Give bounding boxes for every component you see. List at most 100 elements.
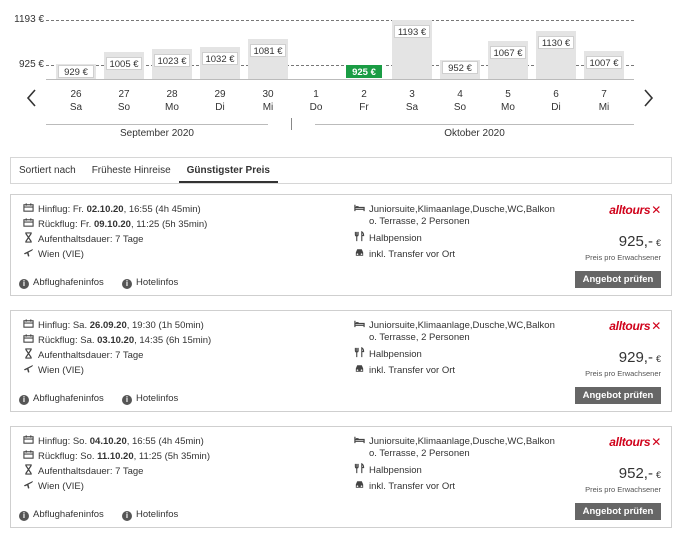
transfer-info: inkl. Transfer vor Ort [352, 247, 455, 261]
stay-duration: Aufenthaltsdauer: 7 Tage [21, 348, 143, 362]
room-description: Juniorsuite,Klimaanlage,Dusche,WC,Balkon [352, 202, 555, 216]
day-number: 3 [409, 89, 415, 100]
price-bar-label[interactable]: 1005 € [106, 57, 142, 70]
board-type: Halbpension [352, 231, 422, 245]
day-number: 2 [361, 89, 367, 100]
day-column-label[interactable]: 7 Mi [584, 88, 624, 114]
day-number: 6 [553, 89, 559, 100]
logo-x-icon: ✕ [651, 319, 661, 333]
weekday: Do [309, 102, 323, 113]
ref-high-label: 1193 € [14, 14, 44, 25]
price-bar-label[interactable]: 1130 € [538, 36, 574, 49]
price-note: Preis pro Erwachsener [585, 485, 661, 494]
info-icon: i [19, 279, 29, 289]
day-number: 4 [457, 89, 463, 100]
price-bar-label[interactable]: 929 € [58, 65, 94, 78]
weekday: Mo [501, 102, 515, 113]
check-offer-button[interactable]: Angebot prüfen [575, 387, 661, 404]
day-column-label[interactable]: 6 Di [536, 88, 576, 114]
logo-x-icon: ✕ [651, 435, 661, 449]
departure-airport: Wien (VIE) [21, 479, 84, 493]
day-column-label[interactable]: 26 Sa [56, 88, 96, 114]
sort-tab-earliest-departure[interactable]: Früheste Hinreise [84, 158, 179, 183]
stay-duration: Aufenthaltsdauer: 7 Tage [21, 232, 143, 246]
hotel-info-link[interactable]: i Hotelinfos [122, 392, 178, 406]
room-description: Juniorsuite,Klimaanlage,Dusche,WC,Balkon [352, 318, 555, 332]
airport-info-link[interactable]: i Abflughafeninfos [19, 276, 104, 290]
room-description-line2: o. Terrasse, 2 Personen [369, 448, 470, 459]
offer-card: Hinflug: Fr. 02.10.20, 16:55 (4h 45min) … [10, 194, 672, 296]
next-dates-arrow-icon[interactable] [638, 86, 658, 110]
day-number: 7 [601, 89, 607, 100]
day-column-label[interactable]: 27 So [104, 88, 144, 114]
prev-dates-arrow-icon[interactable] [22, 86, 42, 110]
price-bar-label[interactable]: 1193 € [394, 25, 430, 38]
price-bar-label[interactable]: 1007 € [586, 56, 622, 69]
weekday: So [117, 102, 131, 113]
day-column-label[interactable]: 1 Do [296, 88, 336, 114]
room-description: Juniorsuite,Klimaanlage,Dusche,WC,Balkon [352, 434, 555, 448]
weekday: Di [215, 102, 225, 113]
bed-icon [352, 318, 366, 333]
sort-tab-cheapest-price[interactable]: Günstigster Preis [178, 158, 278, 183]
calendar-icon [21, 333, 35, 348]
room-description-line2: o. Terrasse, 2 Personen [369, 332, 470, 343]
day-number: 30 [262, 89, 274, 100]
airplane-icon [21, 479, 35, 494]
check-offer-button[interactable]: Angebot prüfen [575, 271, 661, 288]
day-column-label[interactable]: 5 Mo [488, 88, 528, 114]
cutlery-icon [352, 231, 366, 246]
car-icon [352, 247, 366, 262]
info-icon: i [19, 511, 29, 521]
day-number: 1 [313, 89, 319, 100]
weekday: Mi [598, 102, 610, 113]
stay-duration: Aufenthaltsdauer: 7 Tage [21, 464, 143, 478]
info-icon: i [19, 395, 29, 405]
airplane-icon [21, 247, 35, 262]
hotel-info-link[interactable]: i Hotelinfos [122, 276, 178, 290]
day-column-label[interactable]: 2 Fr [344, 88, 384, 114]
weekday: Sa [69, 102, 83, 113]
return-flight: Rückflug: So. 11.10.20, 11:25 (5h 35min) [21, 449, 210, 463]
offer-price: 952,- € [618, 465, 661, 482]
price-bar-label[interactable]: 1067 € [490, 46, 526, 59]
price-bar-label[interactable]: 1081 € [250, 44, 286, 57]
weekday: Mo [165, 102, 179, 113]
plane-takeoff-icon [21, 318, 35, 333]
hotel-info-link[interactable]: i Hotelinfos [122, 508, 178, 522]
plane-takeoff-icon [21, 434, 35, 449]
transfer-info: inkl. Transfer vor Ort [352, 363, 455, 377]
check-offer-button[interactable]: Angebot prüfen [575, 503, 661, 520]
plane-takeoff-icon [21, 202, 35, 217]
day-column-label[interactable]: 29 Di [200, 88, 240, 114]
offer-price: 929,- € [618, 349, 661, 366]
calendar-icon [21, 449, 35, 464]
weekday: So [453, 102, 467, 113]
month-separator [291, 118, 292, 130]
price-bar-label[interactable]: 952 € [442, 61, 478, 74]
return-flight: Rückflug: Fr. 09.10.20, 11:25 (5h 35min) [21, 217, 207, 231]
price-bar-label[interactable]: 1032 € [202, 52, 238, 65]
day-column-label[interactable]: 28 Mo [152, 88, 192, 114]
tour-operator-logo: alltours✕ [609, 435, 661, 449]
bed-icon [352, 434, 366, 449]
offer-card: Hinflug: So. 04.10.20, 16:55 (4h 45min) … [10, 426, 672, 528]
board-type: Halbpension [352, 347, 422, 361]
price-note: Preis pro Erwachsener [585, 369, 661, 378]
ref-high-line [46, 20, 634, 21]
hourglass-icon [21, 232, 35, 247]
tour-operator-logo: alltours✕ [609, 203, 661, 217]
day-column-label[interactable]: 30 Mi [248, 88, 288, 114]
hourglass-icon [21, 464, 35, 479]
info-icon: i [122, 395, 132, 405]
price-bar-label[interactable]: 925 € [346, 65, 382, 78]
airport-info-link[interactable]: i Abflughafeninfos [19, 508, 104, 522]
airport-info-link[interactable]: i Abflughafeninfos [19, 392, 104, 406]
day-column-label[interactable]: 3 Sa [392, 88, 432, 114]
car-icon [352, 363, 366, 378]
day-column-label[interactable]: 4 So [440, 88, 480, 114]
return-flight: Rückflug: Sa. 03.10.20, 14:35 (6h 15min) [21, 333, 211, 347]
day-number: 29 [214, 89, 226, 100]
day-number: 28 [166, 89, 178, 100]
price-bar-label[interactable]: 1023 € [154, 54, 190, 67]
